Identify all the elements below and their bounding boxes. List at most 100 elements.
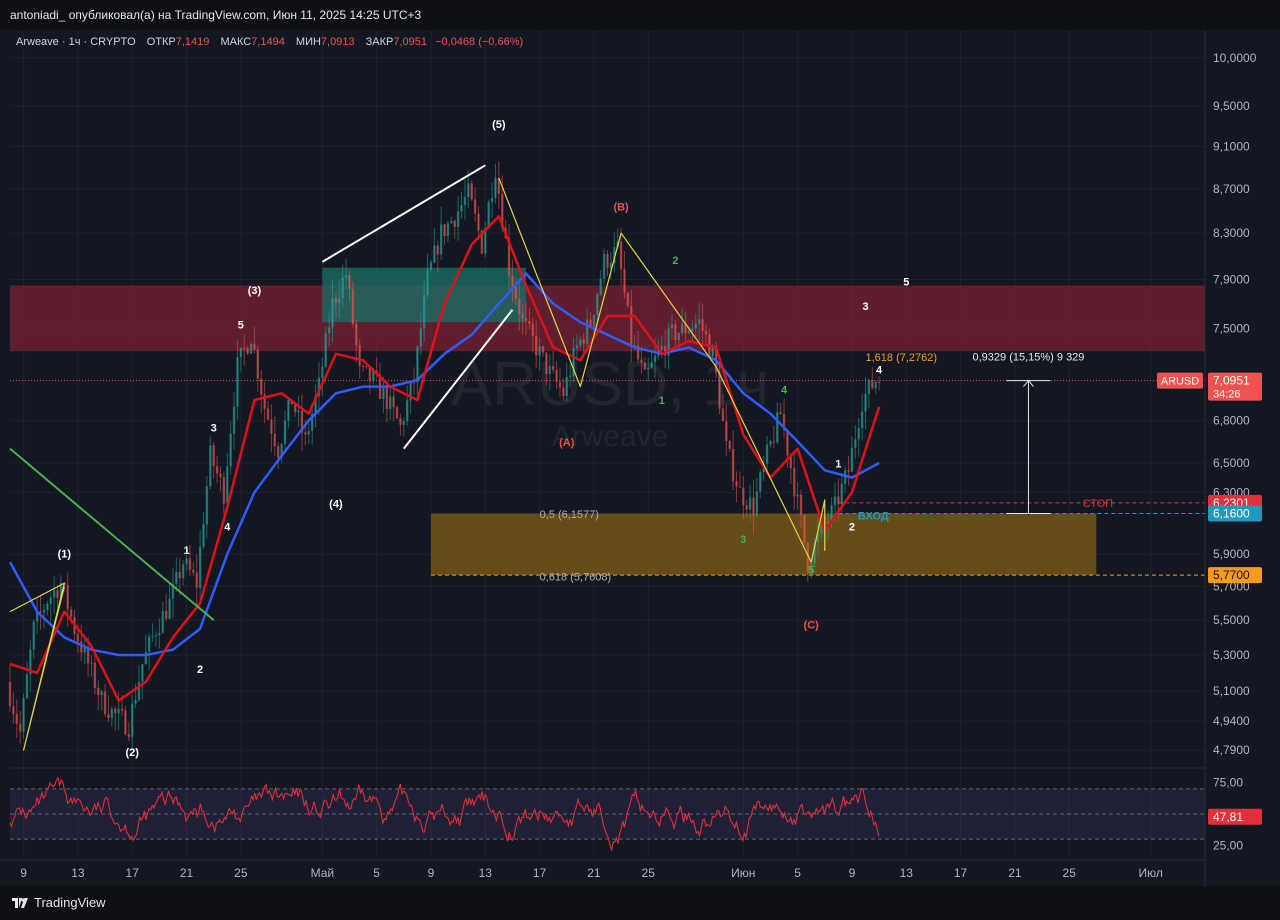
time-tick-label: 13 — [900, 866, 914, 880]
candle-body — [582, 339, 585, 344]
time-tick-label: 9 — [428, 866, 435, 880]
candle-body — [439, 224, 443, 255]
candle-body — [796, 494, 799, 497]
time-tick-label: 17 — [126, 866, 140, 880]
legend-open: 7,1419 — [175, 36, 210, 48]
candle-body — [324, 333, 327, 367]
candle-body — [697, 319, 701, 324]
candle-body — [776, 412, 779, 442]
wave-label: 4 — [876, 364, 883, 376]
wave-label: (1) — [58, 548, 72, 560]
rsi-tick-label: 75,00 — [1213, 776, 1243, 790]
candle-body — [691, 328, 694, 332]
candle-body — [232, 406, 236, 434]
candle-body — [456, 211, 460, 227]
candle-body — [256, 349, 260, 379]
candle-body — [69, 609, 73, 617]
candle-body — [215, 466, 219, 474]
candle-body — [266, 408, 270, 420]
candle-body — [15, 713, 18, 724]
countdown-text: 34:26 — [1213, 389, 1241, 401]
candle-body — [650, 362, 653, 368]
candle-body — [558, 381, 562, 388]
candle-body — [32, 621, 35, 650]
wave-label: 1 — [835, 458, 841, 470]
candle-body — [243, 347, 246, 349]
candle-body — [178, 571, 181, 579]
time-tick-label: Май — [311, 866, 335, 880]
candle-body — [422, 295, 426, 329]
candle-body — [630, 305, 633, 346]
candle-body — [416, 346, 419, 383]
candle-body — [181, 564, 185, 579]
candle-body — [864, 393, 867, 412]
candle-body — [246, 348, 249, 354]
price-tick-label: 5,3000 — [1213, 648, 1250, 662]
candle-body — [623, 269, 626, 293]
candle-body — [25, 674, 29, 699]
time-tick-label: 25 — [234, 866, 248, 880]
candle-body — [769, 441, 772, 445]
candle-body — [66, 584, 69, 610]
candle-body — [168, 598, 171, 619]
candle-body — [833, 496, 837, 505]
candle-body — [114, 708, 117, 714]
candle-body — [419, 328, 422, 347]
candle-body — [745, 505, 748, 510]
candle-body — [117, 708, 120, 714]
candle-body — [596, 294, 599, 315]
candle-body — [392, 396, 395, 408]
wave-label: 4 — [781, 384, 788, 396]
zone-resistance — [10, 285, 1205, 352]
candle-body — [147, 636, 151, 652]
wave-label: 5 — [808, 564, 814, 576]
candle-body — [253, 343, 256, 350]
candle-body — [297, 410, 300, 413]
symbol-tag-text: ARUSD — [1161, 376, 1200, 388]
candle-body — [575, 345, 579, 349]
candle-body — [341, 277, 344, 298]
tradingview-brand[interactable]: TradingView — [12, 895, 106, 910]
time-tick-label: Июн — [731, 866, 755, 880]
candle-body — [212, 445, 215, 467]
candle-body — [389, 396, 392, 409]
candle-body — [433, 245, 436, 263]
rsi-tick-label: 25,00 — [1213, 838, 1243, 852]
candle-body — [704, 330, 708, 335]
time-tick-label: Июл — [1138, 866, 1162, 880]
candle-body — [538, 346, 541, 356]
wave-label: (B) — [613, 202, 629, 214]
candle-body — [205, 486, 209, 525]
trend-line — [321, 164, 486, 263]
candle-body — [426, 269, 429, 296]
candle-body — [8, 681, 12, 707]
time-tick-label: 9 — [849, 866, 856, 880]
candle-body — [443, 224, 446, 236]
price-tick-label: 10,0000 — [1213, 51, 1257, 65]
candle-body — [97, 687, 100, 696]
candle-body — [304, 432, 307, 435]
candle-body — [473, 199, 477, 214]
candle-body — [365, 366, 368, 368]
candle-body — [46, 603, 49, 610]
wave-label: (C) — [804, 620, 820, 632]
candle-body — [579, 339, 582, 346]
candle-body — [260, 378, 263, 395]
tradingview-logo-icon — [12, 897, 28, 908]
candle-body — [460, 204, 463, 212]
candle-body — [385, 387, 389, 409]
candle-body — [453, 220, 456, 227]
candle-body — [161, 610, 164, 633]
rsi-pane — [9, 776, 1205, 852]
candle-body — [76, 633, 80, 642]
time-tick-label: 25 — [1063, 866, 1077, 880]
candle-body — [188, 558, 192, 570]
candle-body — [494, 178, 497, 198]
trend-line — [9, 447, 215, 621]
price-tick-label: 9,5000 — [1213, 99, 1250, 113]
candle-body — [694, 323, 697, 329]
price-chart[interactable]: ARUSD, 1ч Arweave 0,9329 (15,15%) 9 329 … — [0, 0, 1280, 920]
candle-body — [687, 331, 691, 333]
candle-body — [402, 421, 406, 425]
candle-body — [90, 662, 93, 664]
